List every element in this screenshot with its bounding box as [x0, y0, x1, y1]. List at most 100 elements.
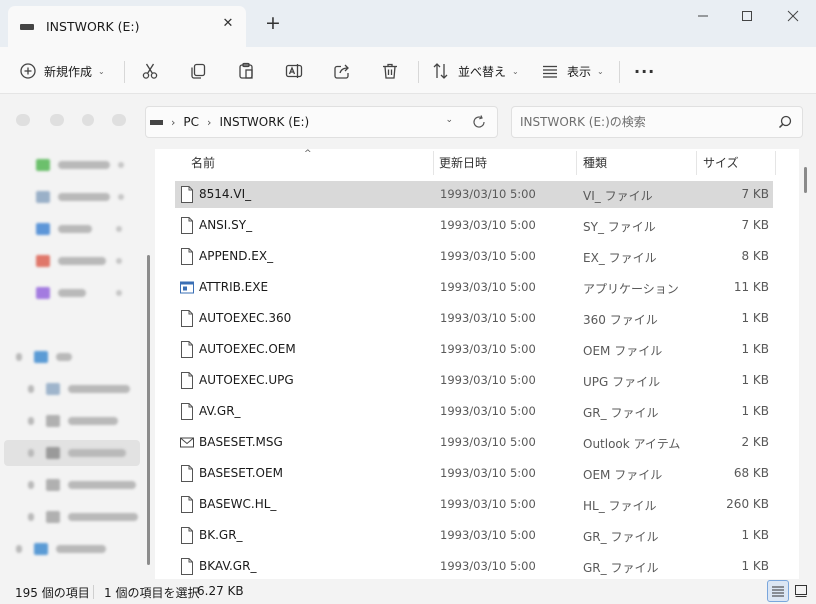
view-button[interactable]: 表示 ⌄	[541, 57, 604, 85]
new-button-label: 新規作成	[44, 64, 93, 79]
sidebar-item[interactable]	[16, 346, 72, 368]
file-row[interactable]: BK.GR_ 1993/03/10 5:00 GR_ ファイル 1 KB	[175, 522, 773, 549]
sidebar-item[interactable]	[36, 282, 122, 304]
details-view-icon	[772, 586, 784, 597]
recent-chevron-icon[interactable]	[82, 114, 94, 126]
file-name: AUTOEXEC.UPG	[199, 373, 294, 387]
file-name: ATTRIB.EXE	[199, 280, 269, 294]
drive-icon	[150, 119, 163, 125]
column-header-type[interactable]: 種類	[583, 149, 607, 175]
sidebar-item[interactable]	[16, 538, 106, 560]
file-row[interactable]: BKAV.GR_ 1993/03/10 5:00 GR_ ファイル 1 KB	[175, 553, 773, 580]
refresh-icon[interactable]	[471, 114, 487, 130]
search-icon[interactable]	[778, 115, 792, 129]
plus-circle-icon	[20, 63, 36, 79]
file-row[interactable]: AUTOEXEC.UPG 1993/03/10 5:00 UPG ファイル 1 KB	[175, 367, 773, 394]
window-close-button[interactable]	[770, 0, 816, 32]
breadcrumb-drive[interactable]: INSTWORK (E:)	[219, 115, 309, 129]
copy-button[interactable]	[189, 57, 207, 85]
maximize-button[interactable]	[724, 0, 770, 32]
file-row[interactable]: APPEND.EX_ 1993/03/10 5:00 EX_ ファイル 8 KB	[175, 243, 773, 270]
sidebar-item[interactable]	[36, 154, 124, 176]
status-divider	[93, 585, 94, 599]
details-view-button[interactable]	[767, 580, 789, 602]
file-size: 260 KB	[726, 497, 769, 511]
chevron-right-icon: ›	[207, 115, 212, 129]
file-row[interactable]: ATTRIB.EXE 1993/03/10 5:00 アプリケーション 11 KB	[175, 274, 773, 301]
column-header-date[interactable]: 更新日時	[439, 149, 487, 175]
address-bar[interactable]: › PC › INSTWORK (E:) ⌄	[145, 106, 498, 138]
column-header-size[interactable]: サイズ	[703, 149, 739, 175]
file-date: 1993/03/10 5:00	[440, 404, 536, 418]
tiles-view-icon	[795, 585, 807, 597]
sidebar-scrollbar[interactable]	[147, 255, 150, 565]
cut-button[interactable]	[141, 57, 159, 85]
title-bar: INSTWORK (E:) ✕ +	[0, 0, 816, 47]
file-row[interactable]: BASESET.MSG 1993/03/10 5:00 Outlook アイテム 2 …	[175, 429, 773, 456]
address-history-chevron-icon[interactable]: ⌄	[445, 115, 453, 125]
new-button[interactable]: 新規作成 ⌄	[20, 57, 105, 85]
file-list-scrollbar[interactable]	[804, 167, 807, 193]
large-icons-view-button[interactable]	[790, 580, 812, 602]
file-size: 2 KB	[741, 435, 769, 449]
tab-title: INSTWORK (E:)	[46, 19, 140, 34]
minimize-icon	[698, 15, 708, 17]
file-type: OEM ファイル	[583, 468, 663, 482]
minimize-button[interactable]	[680, 0, 726, 32]
forward-arrow-icon[interactable]	[50, 114, 64, 126]
file-date: 1993/03/10 5:00	[440, 435, 536, 449]
sort-button[interactable]: 並べ替え ⌄	[432, 57, 519, 85]
file-row[interactable]: ANSI.SY_ 1993/03/10 5:00 SY_ ファイル 7 KB	[175, 212, 773, 239]
file-date: 1993/03/10 5:00	[440, 280, 536, 294]
file-row[interactable]: AUTOEXEC.OEM 1993/03/10 5:00 OEM ファイル 1 KB	[175, 336, 773, 363]
file-name: BASESET.OEM	[199, 466, 283, 480]
column-divider[interactable]	[775, 151, 776, 175]
file-type: UPG ファイル	[583, 375, 661, 389]
share-button[interactable]	[333, 57, 351, 85]
breadcrumb-pc[interactable]: PC	[183, 115, 199, 129]
file-name: AUTOEXEC.OEM	[199, 342, 296, 356]
column-divider[interactable]	[576, 151, 577, 175]
sidebar-item[interactable]	[28, 378, 130, 400]
search-box[interactable]	[511, 106, 803, 138]
file-row[interactable]: AUTOEXEC.360 1993/03/10 5:00 360 ファイル 1 KB	[175, 305, 773, 332]
delete-button[interactable]	[381, 57, 399, 85]
file-date: 1993/03/10 5:00	[440, 466, 536, 480]
file-size: 7 KB	[741, 187, 769, 201]
file-name: BK.GR_	[199, 528, 243, 542]
file-type: アプリケーション	[583, 282, 679, 296]
sidebar-item[interactable]	[28, 410, 118, 432]
sidebar-item-instwork[interactable]	[28, 442, 126, 464]
rename-icon	[285, 64, 303, 78]
sidebar-item[interactable]	[36, 218, 122, 240]
file-row[interactable]: BASESET.OEM 1993/03/10 5:00 OEM ファイル 68 KB	[175, 460, 773, 487]
file-name: BASEWC.HL_	[199, 497, 277, 511]
file-name: BKAV.GR_	[199, 559, 257, 573]
up-arrow-icon[interactable]	[112, 114, 126, 126]
file-row[interactable]: 8514.VI_ 1993/03/10 5:00 VI_ ファイル 7 KB	[175, 181, 773, 208]
file-row[interactable]: BASEWC.HL_ 1993/03/10 5:00 HL_ ファイル 260 KB	[175, 491, 773, 518]
sidebar-item[interactable]	[36, 250, 122, 272]
tab-instwork[interactable]: INSTWORK (E:) ✕	[8, 6, 246, 47]
column-divider[interactable]	[696, 151, 697, 175]
file-row[interactable]: AV.GR_ 1993/03/10 5:00 GR_ ファイル 1 KB	[175, 398, 773, 425]
column-divider[interactable]	[433, 151, 434, 175]
search-input[interactable]	[520, 113, 770, 131]
status-bar: 195 個の項目 1 個の項目を選択 6.27 KB	[0, 579, 816, 604]
file-name: 8514.VI_	[199, 187, 252, 201]
file-type: GR_ ファイル	[583, 530, 659, 544]
more-options-button[interactable]: ···	[634, 57, 655, 85]
tab-close-icon[interactable]: ✕	[220, 16, 236, 32]
paste-button[interactable]	[237, 57, 255, 85]
column-header-name[interactable]: 名前	[191, 149, 215, 175]
file-date: 1993/03/10 5:00	[440, 559, 536, 573]
new-tab-button[interactable]: +	[264, 14, 282, 33]
drive-icon	[20, 23, 34, 30]
sidebar-item[interactable]	[28, 506, 138, 528]
toolbar-divider	[619, 61, 620, 83]
sort-button-label: 並べ替え	[458, 64, 507, 79]
rename-button[interactable]	[285, 57, 303, 85]
back-arrow-icon[interactable]	[16, 114, 30, 126]
sidebar-item[interactable]	[28, 474, 136, 496]
sidebar-item[interactable]	[36, 186, 124, 208]
